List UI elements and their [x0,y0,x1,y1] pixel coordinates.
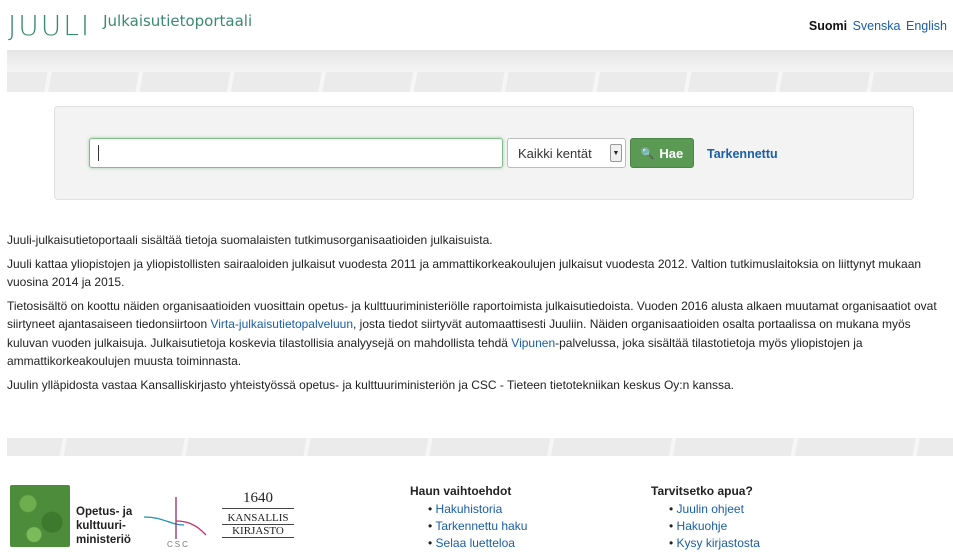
field-select-value: Kaikki kentät [518,145,592,161]
intro-paragraph-2: Juuli kattaa yliopistojen ja yliopistoll… [7,256,922,290]
lang-suomi: Suomi [808,19,848,33]
intro-paragraph-3: Tietosisältö on koottu näiden organisaat… [7,297,947,371]
okm-logo-text: Opetus- ja kulttuuri- ministeriö [76,505,132,547]
brand[interactable]: JUULI Julkaisutietoportaali [8,8,252,44]
intro-text: Juuli-julkaisutietoportaali sisältää tie… [7,231,947,399]
kk-name-line-1: KANSALLIS [222,512,294,525]
decorative-band [7,72,953,92]
search-panel: Kaikki kentät ▼ 🔍 Hae Tarkennettu [54,106,914,200]
chevron-down-icon[interactable]: ▼ [610,144,622,162]
field-select[interactable]: Kaikki kentät ▼ [507,138,626,168]
juuli-logo[interactable]: JUULI [8,8,91,44]
language-switcher: Suomi Svenska English [807,19,947,33]
footer-link-juulin-ohjeet[interactable]: Juulin ohjeet [669,501,760,518]
footer-link-hakuohje[interactable]: Hakuohje [669,518,760,535]
footer-link-kysy-kirjastosta[interactable]: Kysy kirjastosta [669,535,760,552]
footer-divider-band [7,438,953,456]
csc-logo-icon[interactable] [140,495,210,545]
text-cursor [98,145,99,161]
footer-col1-title: Haun vaihtoehdot [410,484,512,498]
okm-logo-icon[interactable] [10,485,70,547]
kansalliskirjasto-logo[interactable]: 1640 KANSALLIS KIRJASTO [222,488,294,548]
vipunen-link[interactable]: Vipunen [511,336,555,350]
csc-label: CSC [167,540,190,549]
header-divider-band [7,50,953,72]
okm-line-3: ministeriö [76,534,131,546]
footer-link-selaa-luetteloa[interactable]: Selaa luetteloa [428,535,527,552]
advanced-search-link[interactable]: Tarkennettu [707,147,778,161]
footer-link-hakuhistoria[interactable]: Hakuhistoria [428,501,527,518]
okm-line-1: Opetus- ja [76,506,133,518]
footer-link-tarkennettu-haku[interactable]: Tarkennettu haku [428,518,527,535]
search-input[interactable] [89,138,503,168]
intro-paragraph-1: Juuli-julkaisutietoportaali sisältää tie… [7,233,493,247]
search-icon: 🔍 [640,147,655,160]
intro-paragraph-4: Juulin ylläpidosta vastaa Kansalliskirja… [7,377,735,392]
okm-line-2: kulttuuri- [76,520,126,532]
kk-name-line-2: KIRJASTO [222,525,294,538]
footer-col2-title: Tarvitsetko apua? [651,484,753,498]
lang-svenska[interactable]: Svenska [853,19,901,33]
kk-year: 1640 [222,488,294,509]
header: JUULI Julkaisutietoportaali Suomi Svensk… [0,0,953,50]
footer-search-options: Haun vaihtoehdot Hakuhistoria Tarkennett… [410,484,527,552]
search-button[interactable]: 🔍 Hae [630,138,694,168]
search-button-label: Hae [659,145,684,161]
lang-english[interactable]: English [906,19,947,33]
footer-help: Tarvitsetko apua? Juulin ohjeet Hakuohje… [651,484,760,552]
kk-name: KANSALLIS KIRJASTO [222,512,294,538]
virta-link[interactable]: Virta-julkaisutietopalveluun [210,317,353,331]
portal-subtitle: Julkaisutietoportaali [103,12,253,30]
